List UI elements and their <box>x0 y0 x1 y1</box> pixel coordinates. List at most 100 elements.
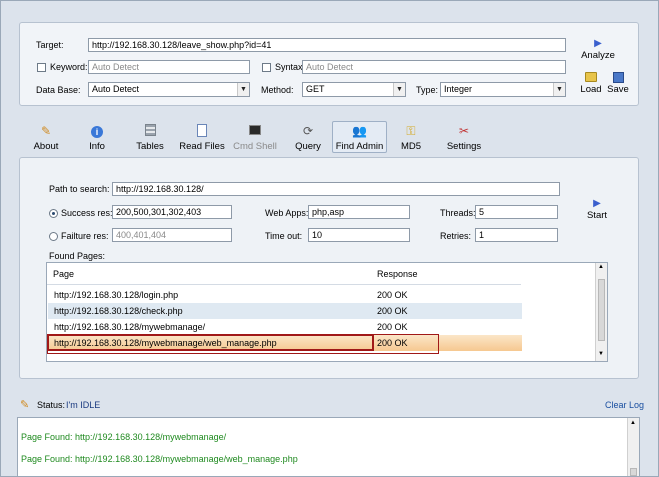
log-scrollbar[interactable]: ▲ <box>627 418 639 476</box>
tab-find-admin[interactable]: 👥 Find Admin <box>332 121 387 153</box>
analyze-button[interactable]: ▶ Analyze <box>580 38 616 61</box>
floppy-icon <box>612 72 624 83</box>
info-icon: i <box>89 124 105 139</box>
status-label: Status: <box>37 400 66 410</box>
chevron-down-icon[interactable]: ▼ <box>237 83 249 96</box>
table-row[interactable]: http://192.168.30.128/mywebmanage/ 200 O… <box>48 319 522 335</box>
retries-input[interactable]: 1 <box>475 228 558 242</box>
tools-icon: ✂ <box>458 124 470 138</box>
path-label: Path to search: <box>49 184 110 194</box>
tab-cmd-shell-label: Cmd Shell <box>233 141 277 152</box>
tab-md5[interactable]: ⚿ MD5 <box>397 124 425 152</box>
failure-radio[interactable] <box>49 232 58 241</box>
tab-query-label: Query <box>295 141 321 152</box>
table-header: Page Response <box>47 263 521 285</box>
start-label: Start <box>586 210 608 221</box>
tab-query[interactable]: ⟳ Query <box>291 124 325 152</box>
method-value: GET <box>306 84 325 94</box>
tab-about[interactable]: ✎ About <box>27 124 65 152</box>
clear-log-link[interactable]: Clear Log <box>605 400 644 410</box>
database-label: Data Base: <box>36 85 81 95</box>
target-input[interactable]: http://192.168.30.128/leave_show.php?id=… <box>88 38 566 52</box>
tab-about-label: About <box>33 141 59 152</box>
success-label: Success res: <box>61 208 113 218</box>
tab-info-label: Info <box>89 141 105 152</box>
chevron-down-icon[interactable]: ▼ <box>393 83 405 96</box>
webapps-input[interactable]: php,asp <box>308 205 410 219</box>
log-line: Page Found: http://192.168.30.128/mywebm… <box>21 432 227 442</box>
tab-read-files[interactable]: Read Files <box>178 124 226 152</box>
load-label: Load <box>580 84 602 95</box>
row-page: http://192.168.30.128/check.php <box>54 306 183 316</box>
pencil-icon: ✎ <box>40 124 52 138</box>
log-area[interactable]: Page Found: http://192.168.30.128/mywebm… <box>17 417 640 477</box>
row-response: 200 OK <box>377 290 408 300</box>
analyze-label: Analyze <box>581 50 615 61</box>
tab-settings-label: Settings <box>446 141 482 152</box>
syntax-checkbox[interactable] <box>262 63 271 72</box>
keyword-checkbox[interactable] <box>37 63 46 72</box>
table-row[interactable]: http://192.168.30.128/login.php 200 OK <box>48 287 522 303</box>
key-icon: ⚿ <box>406 124 416 138</box>
found-pages-label: Found Pages: <box>49 251 106 261</box>
folder-icon <box>585 72 597 82</box>
timeout-input[interactable]: 10 <box>308 228 410 242</box>
selection-highlight-row <box>47 334 439 354</box>
chevron-down-icon[interactable]: ▼ <box>553 83 565 96</box>
tab-tables-label: Tables <box>136 141 164 152</box>
tab-read-files-label: Read Files <box>179 141 225 152</box>
threads-input[interactable]: 5 <box>475 205 558 219</box>
document-icon <box>194 124 210 139</box>
save-button[interactable]: Save <box>606 72 630 95</box>
column-page[interactable]: Page <box>53 269 74 279</box>
tab-tables[interactable]: Tables <box>132 124 168 152</box>
scroll-thumb[interactable] <box>630 468 637 476</box>
row-page: http://192.168.30.128/login.php <box>54 290 179 300</box>
tab-cmd-shell[interactable]: Cmd Shell <box>231 124 279 152</box>
webapps-label: Web Apps: <box>265 208 309 218</box>
threads-label: Threads: <box>440 208 476 218</box>
scroll-down-icon[interactable]: ▼ <box>598 351 604 357</box>
status-value: I'm IDLE <box>66 400 101 410</box>
column-response[interactable]: Response <box>377 269 418 279</box>
path-input[interactable]: http://192.168.30.128/ <box>112 182 560 196</box>
type-value: Integer <box>444 84 473 94</box>
failure-input[interactable]: 400,401,404 <box>112 228 232 242</box>
tab-md5-label: MD5 <box>400 141 422 152</box>
retries-label: Retries: <box>440 231 472 241</box>
tables-icon <box>142 124 158 139</box>
found-pages-table[interactable]: Page Response http://192.168.30.128/logi… <box>46 262 608 362</box>
syntax-input[interactable]: Auto Detect <box>302 60 566 74</box>
scroll-up-icon[interactable]: ▲ <box>630 420 636 426</box>
failure-label: Failture res: <box>61 231 109 241</box>
tab-settings[interactable]: ✂ Settings <box>444 124 484 152</box>
table-scrollbar[interactable]: ▲ ▼ <box>595 263 607 361</box>
database-select[interactable]: Auto Detect ▼ <box>88 82 250 97</box>
play-icon: ▶ <box>593 198 601 209</box>
tab-find-admin-label: Find Admin <box>335 141 384 152</box>
save-label: Save <box>607 84 629 95</box>
load-button[interactable]: Load <box>580 72 602 95</box>
start-button[interactable]: ▶ Start <box>584 198 610 221</box>
type-label: Type: <box>416 85 439 95</box>
timeout-label: Time out: <box>265 231 303 241</box>
scroll-thumb[interactable] <box>598 279 605 341</box>
scroll-up-icon[interactable]: ▲ <box>598 264 604 270</box>
syntax-label: Syntax: <box>275 62 306 72</box>
keyword-label: Keyword: <box>50 62 88 72</box>
row-response: 200 OK <box>377 322 408 332</box>
method-label: Method: <box>261 85 294 95</box>
success-radio[interactable] <box>49 209 58 218</box>
target-label: Target: <box>36 40 64 50</box>
log-line: Page Found: http://192.168.30.128/mywebm… <box>21 454 298 464</box>
method-select[interactable]: GET ▼ <box>302 82 406 97</box>
keyword-input[interactable]: Auto Detect <box>88 60 250 74</box>
table-row[interactable]: http://192.168.30.128/check.php 200 OK <box>48 303 522 319</box>
row-response: 200 OK <box>377 306 408 316</box>
tab-info[interactable]: i Info <box>80 124 114 152</box>
users-icon: 👥 <box>352 124 367 138</box>
success-input[interactable]: 200,500,301,302,403 <box>112 205 232 219</box>
play-icon: ▶ <box>594 38 602 49</box>
row-page: http://192.168.30.128/mywebmanage/ <box>54 322 206 332</box>
type-select[interactable]: Integer ▼ <box>440 82 566 97</box>
